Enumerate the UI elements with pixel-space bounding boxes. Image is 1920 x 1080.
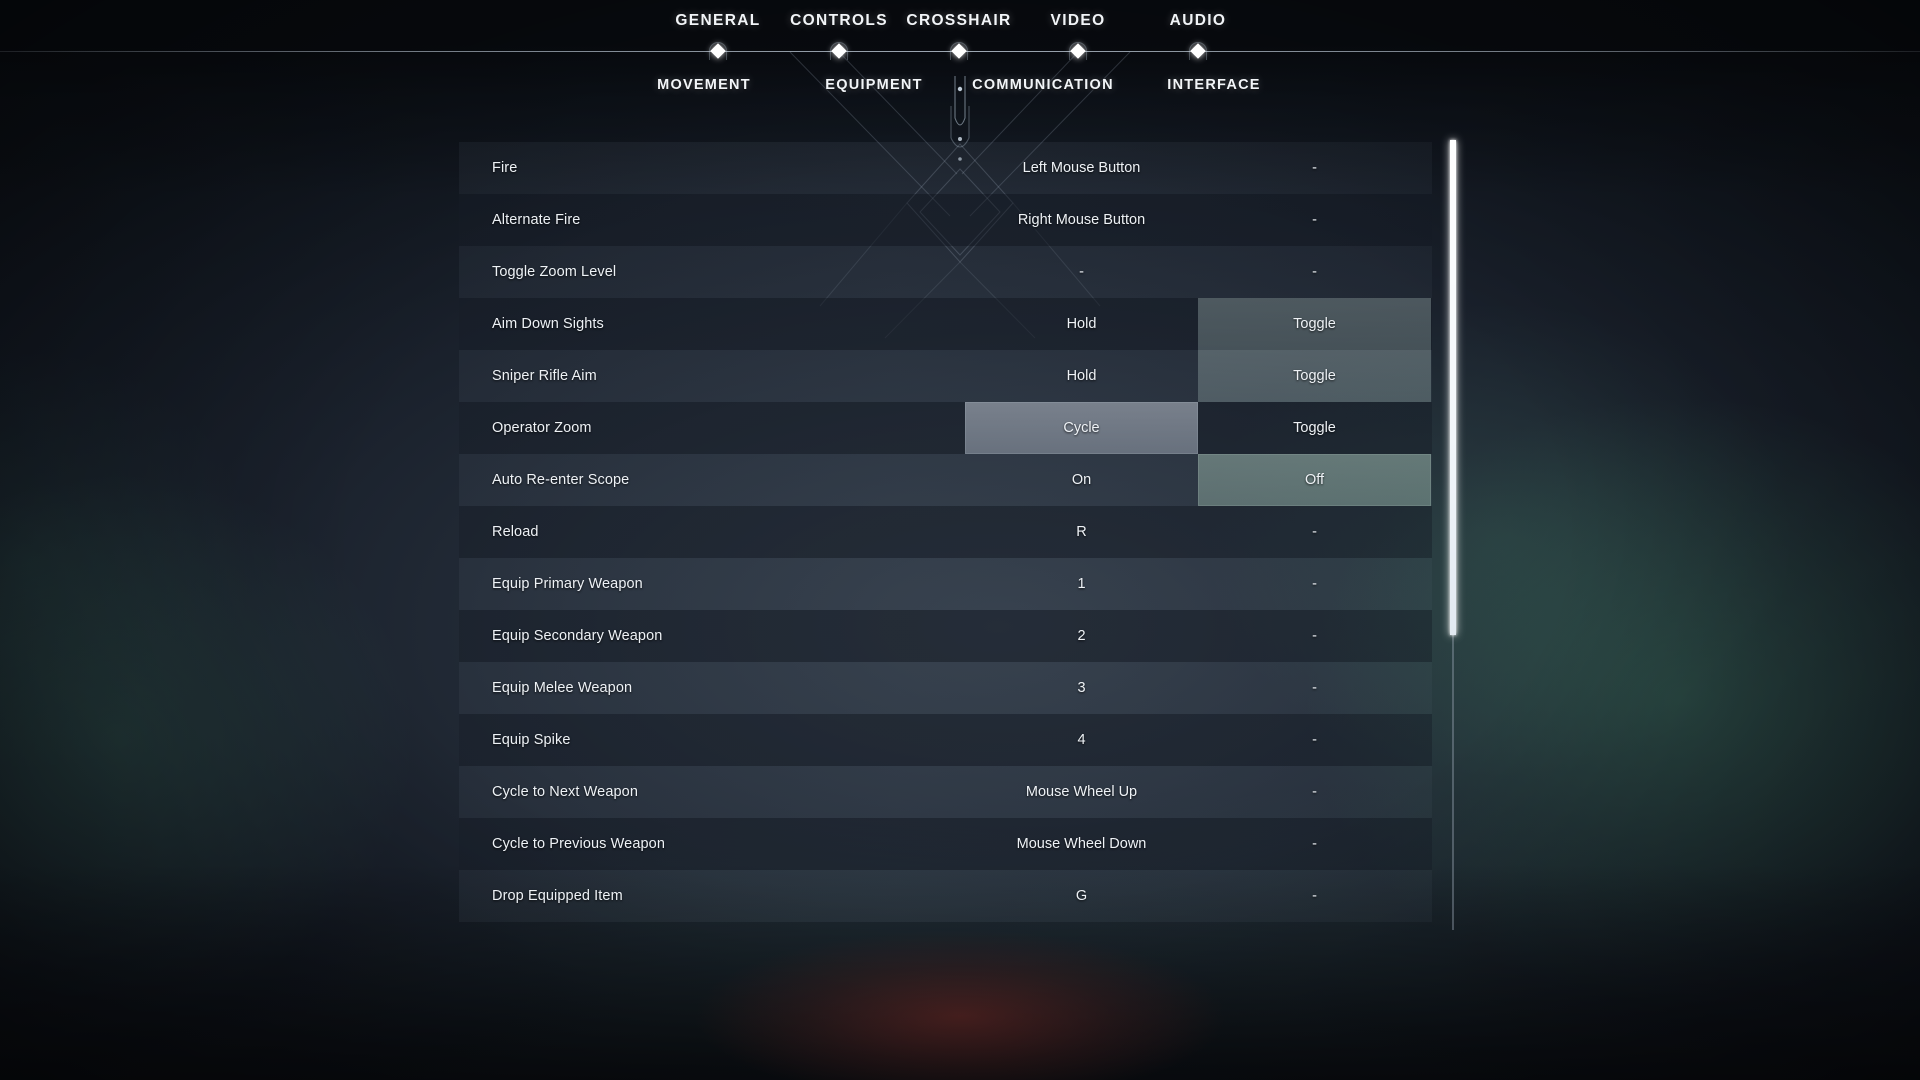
keybind-action-label: Cycle to Previous Weapon <box>492 836 665 852</box>
keybind-primary-cell[interactable]: Hold <box>965 350 1198 402</box>
keybind-action-label: Cycle to Next Weapon <box>492 784 638 800</box>
keybind-primary-cell[interactable]: Cycle <box>965 402 1198 454</box>
keybind-action-label: Sniper Rifle Aim <box>492 368 597 384</box>
table-row: Alternate Fire Right Mouse Button - <box>459 194 1432 246</box>
keybinds-table: Fire Left Mouse Button - Alternate Fire Righ… <box>459 142 1432 922</box>
table-row: Equip Melee Weapon 3- <box>459 662 1432 714</box>
table-row: Aim Down Sights Hold Toggle <box>459 298 1432 350</box>
keybind-primary-cell[interactable]: On <box>965 454 1198 506</box>
nav-tab-general[interactable]: GENERAL <box>675 12 760 30</box>
table-row: Fire Left Mouse Button - <box>459 142 1432 194</box>
keybind-secondary-cell[interactable]: Toggle <box>1198 298 1431 350</box>
nav-tab-crosshair[interactable]: CROSSHAIR <box>906 12 1011 30</box>
nav-connector-arc <box>950 42 968 60</box>
table-row: Cycle to Next Weapon Mouse Wheel Up - <box>459 766 1432 818</box>
footer-actions: RESET CONTROLS TO DEFAULT CLOSE SETTINGS <box>0 890 1920 1080</box>
keybind-primary-cell[interactable]: 4 <box>965 714 1198 766</box>
scrollbar-thumb[interactable] <box>1450 140 1456 636</box>
keybind-action-label: Aim Down Sights <box>492 316 604 332</box>
keybind-secondary-cell[interactable]: - <box>1198 766 1431 818</box>
keybind-secondary-cell[interactable]: - <box>1198 662 1431 714</box>
keybind-secondary-cell[interactable]: - <box>1198 142 1431 194</box>
keybind-secondary-cell[interactable]: - <box>1198 610 1431 662</box>
keybind-action-label: Operator Zoom <box>492 420 592 436</box>
table-row: Operator Zoom Cycle Toggle <box>459 402 1432 454</box>
table-row: Equip Primary Weapon 1- <box>459 558 1432 610</box>
keybind-primary-cell[interactable]: 1 <box>965 558 1198 610</box>
table-row: Equip Spike 4- <box>459 714 1432 766</box>
table-row: Reload R - <box>459 506 1432 558</box>
table-row: Sniper Rifle Aim Hold Toggle <box>459 350 1432 402</box>
keybind-secondary-cell[interactable]: - <box>1198 506 1431 558</box>
keybind-secondary-cell[interactable]: - <box>1198 818 1431 870</box>
keybind-action-label: Auto Re-enter Scope <box>492 472 630 488</box>
nav-connector-arc <box>709 42 727 60</box>
table-row: Cycle to Previous Weapon Mouse Wheel Down… <box>459 818 1432 870</box>
keybind-action-label: Reload <box>492 524 539 540</box>
keybind-primary-cell[interactable]: Mouse Wheel Up <box>965 766 1198 818</box>
nav-connector-arc <box>1189 42 1207 60</box>
keybind-action-label: Equip Primary Weapon <box>492 576 643 592</box>
keybind-secondary-cell[interactable]: - <box>1198 194 1431 246</box>
keybind-action-label: Equip Melee Weapon <box>492 680 633 696</box>
keybind-action-label: Equip Spike <box>492 732 571 748</box>
keybind-primary-cell[interactable]: R <box>965 506 1198 558</box>
table-row: Auto Re-enter Scope On Off <box>459 454 1432 506</box>
keybinds-scrollbar[interactable] <box>1450 140 1456 930</box>
nav-subtab-communication[interactable]: COMMUNICATION <box>972 77 1114 93</box>
nav-connector-arc <box>830 42 848 60</box>
keybind-primary-cell[interactable]: 2 <box>965 610 1198 662</box>
keybind-primary-cell[interactable]: Right Mouse Button <box>965 194 1198 246</box>
keybind-secondary-cell[interactable]: Toggle <box>1198 402 1431 454</box>
keybind-secondary-cell[interactable]: - <box>1198 558 1431 610</box>
keybind-action-label: Toggle Zoom Level <box>492 264 617 280</box>
keybind-secondary-cell[interactable]: Off <box>1198 454 1431 506</box>
nav-subtab-equipment[interactable]: EQUIPMENT <box>825 77 922 93</box>
keybind-secondary-cell[interactable]: - <box>1198 714 1431 766</box>
nav-tab-video[interactable]: VIDEO <box>1051 12 1106 30</box>
nav-tab-controls[interactable]: CONTROLS <box>790 12 888 30</box>
settings-navigation: GENERAL CONTROLS CROSSHAIR VIDEO AUDIO MOVEM… <box>0 0 1920 120</box>
keybind-primary-cell[interactable]: Left Mouse Button <box>965 142 1198 194</box>
keybind-secondary-cell[interactable]: - <box>1198 246 1431 298</box>
keybind-primary-cell[interactable]: 3 <box>965 662 1198 714</box>
nav-tab-audio[interactable]: AUDIO <box>1170 12 1227 30</box>
nav-subtab-interface[interactable]: INTERFACE <box>1167 77 1260 93</box>
table-row: Equip Secondary Weapon 2- <box>459 610 1432 662</box>
keybind-primary-cell[interactable]: Hold <box>965 298 1198 350</box>
nav-subtab-movement[interactable]: MOVEMENT <box>657 77 751 93</box>
keybind-secondary-cell[interactable]: Toggle <box>1198 350 1431 402</box>
keybind-action-label: Fire <box>492 160 518 176</box>
keybind-primary-cell[interactable]: Mouse Wheel Down <box>965 818 1198 870</box>
keybind-action-label: Alternate Fire <box>492 212 581 228</box>
nav-connector-arc <box>1069 42 1087 60</box>
keybind-primary-cell[interactable]: - <box>965 246 1198 298</box>
table-row: Toggle Zoom Level - - <box>459 246 1432 298</box>
keybind-action-label: Equip Secondary Weapon <box>492 628 663 644</box>
